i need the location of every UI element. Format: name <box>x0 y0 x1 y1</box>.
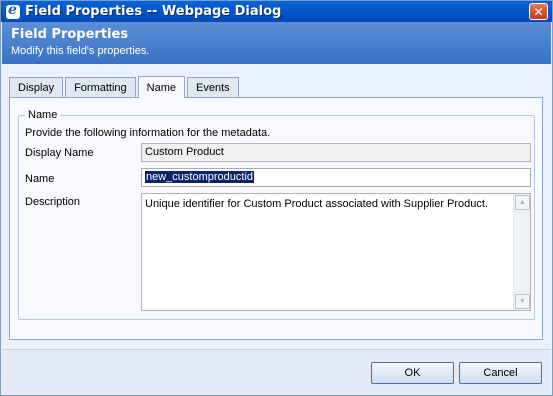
description-value: Unique identifier for Custom Product ass… <box>145 198 489 210</box>
ok-button[interactable]: OK <box>371 362 454 384</box>
display-name-value: Custom Product <box>145 146 224 158</box>
tab-label: Events <box>196 82 230 94</box>
tab-strip: Display Formatting Name Events <box>9 76 241 98</box>
display-name-label: Display Name <box>25 147 94 159</box>
tab-formatting[interactable]: Formatting <box>65 77 136 98</box>
description-scrollbar[interactable]: ▲ ▼ <box>513 194 530 310</box>
fieldset-legend: Name <box>25 109 61 121</box>
description-label: Description <box>25 196 81 208</box>
scroll-up-button[interactable]: ▲ <box>515 195 530 210</box>
description-field[interactable]: Unique identifier for Custom Product ass… <box>141 193 531 311</box>
name-fieldset: Name Provide the following information f… <box>18 109 535 320</box>
name-label: Name <box>25 173 55 185</box>
tab-label: Formatting <box>74 82 127 94</box>
dialog-subtitle: Modify this field's properties. <box>11 45 150 57</box>
close-button[interactable]: ✕ <box>529 3 548 20</box>
tab-label: Name <box>146 81 176 94</box>
tab-panel-name: Name Provide the following information f… <box>9 97 543 340</box>
dialog-title: Field Properties <box>11 27 129 42</box>
tab-name[interactable]: Name <box>137 76 185 98</box>
tab-events[interactable]: Events <box>187 77 239 98</box>
tab-label: Display <box>18 82 55 94</box>
instruction-text: Provide the following information for th… <box>25 127 271 139</box>
name-value: new_customproductid <box>145 171 255 183</box>
display-name-field: Custom Product <box>141 143 531 162</box>
dialog-footer: OK Cancel <box>2 349 551 395</box>
chevron-up-icon: ▲ <box>519 199 526 206</box>
title-bar[interactable]: Field Properties -- Webpage Dialog ✕ <box>1 1 552 22</box>
name-field[interactable]: new_customproductid <box>141 168 531 187</box>
cancel-button[interactable]: Cancel <box>459 362 542 384</box>
window-title: Field Properties -- Webpage Dialog <box>25 4 282 19</box>
chevron-down-icon: ▼ <box>519 298 526 305</box>
tab-display[interactable]: Display <box>9 77 64 98</box>
scroll-down-button[interactable]: ▼ <box>515 294 530 309</box>
close-icon: ✕ <box>533 4 544 19</box>
dialog-window: Field Properties -- Webpage Dialog ✕ Fie… <box>0 0 553 396</box>
ie-icon <box>6 2 20 19</box>
dialog-header: Field Properties Modify this field's pro… <box>2 22 551 64</box>
